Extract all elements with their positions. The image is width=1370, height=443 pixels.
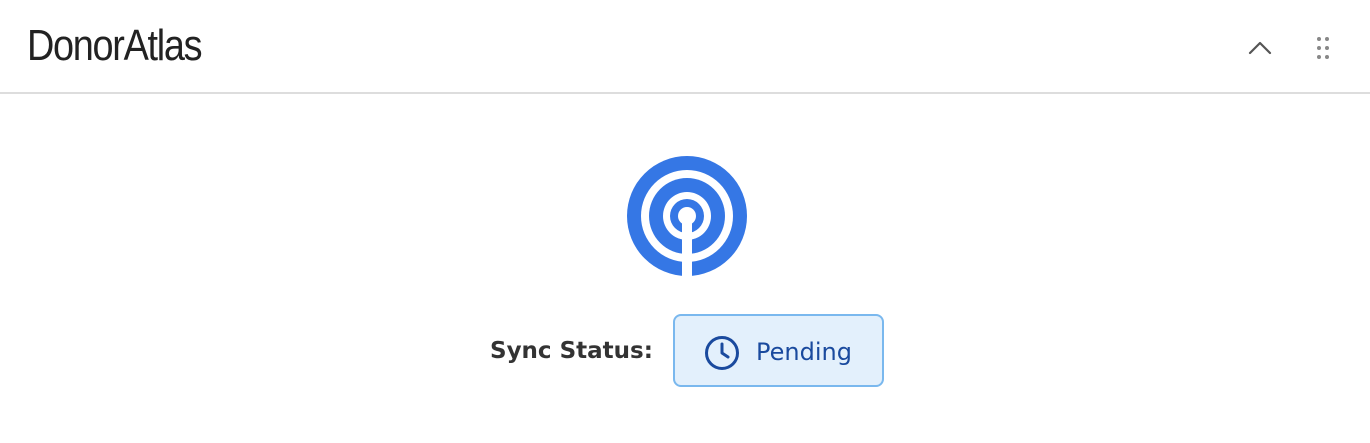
sync-status-row: Sync Status: Pending <box>0 314 1370 388</box>
sync-status-badge[interactable]: Pending <box>673 314 884 387</box>
donoratlas-widget: DonorAtlas Sync Status: Pending <box>0 0 1370 443</box>
sync-status-value: Pending <box>756 338 852 366</box>
drag-handle[interactable] <box>1305 28 1341 68</box>
drag-handle-icon <box>1317 37 1329 59</box>
widget-title: DonorAtlas <box>27 21 203 70</box>
clock-icon <box>705 336 739 370</box>
widget-header: DonorAtlas <box>0 0 1370 94</box>
chevron-up-icon <box>1248 41 1272 55</box>
signal-broadcast-icon <box>627 156 747 277</box>
sync-status-label: Sync Status: <box>490 338 653 364</box>
collapse-button[interactable] <box>1240 28 1280 68</box>
